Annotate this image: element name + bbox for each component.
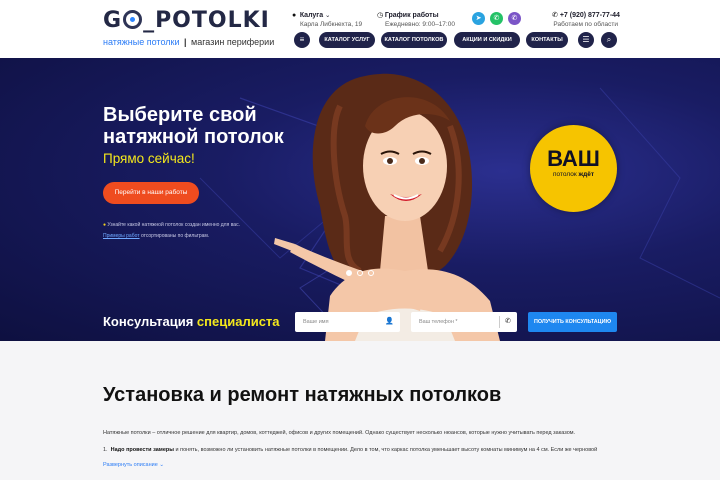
hero-subtitle: Прямо сейчас! (103, 151, 195, 166)
hero-banner: Выберите свой натяжной потолок Прямо сей… (0, 58, 720, 341)
phone-icon: ✆ (552, 12, 558, 19)
bullet-icon: ● (103, 222, 107, 228)
hero-note-2: Примеры работ отсортированы по фильтрам. (103, 233, 210, 239)
menu-icon[interactable]: ☰ (578, 32, 594, 48)
nav-catalog-services[interactable]: КАТАЛОГ УСЛУГ (319, 32, 375, 48)
chevron-down-icon: ⌄ (324, 12, 331, 19)
nav-promotions[interactable]: АКЦИИ И СКИДКИ (454, 32, 520, 48)
site-header: G _POTOLKI натяжные потолки | магазин пер… (0, 0, 720, 58)
hero-note: ● Узнайте какой натяжной потолок создан … (103, 222, 240, 228)
user-icon: 👤 (385, 318, 394, 325)
logo-wordmark: G _POTOLKI (103, 8, 270, 33)
hero-title: Выберите свой натяжной потолок (103, 104, 284, 148)
content-section (0, 341, 720, 480)
phone-block[interactable]: ✆ +7 (920) 877-77-44 Работаем по области (552, 11, 620, 29)
phone-number[interactable]: +7 (920) 877-77-44 (560, 12, 620, 19)
clock-icon: ◷ (377, 12, 384, 19)
slider-dot-active[interactable] (346, 270, 352, 276)
chevron-down-icon: ⌄ (159, 462, 164, 468)
get-consultation-button[interactable]: ПОЛУЧИТЬ КОНСУЛЬТАЦИЮ (528, 312, 617, 332)
divider (499, 316, 500, 328)
menu-icon[interactable]: ≡ (294, 32, 310, 48)
phone-icon: ✆ (505, 318, 511, 325)
intro-paragraph: Натяжные потолки – отличное решение для … (103, 430, 576, 436)
search-icon[interactable]: ⌕ (601, 32, 617, 48)
nav-catalog-ceilings[interactable]: КАТАЛОГ ПОТОЛКОВ (381, 32, 447, 48)
logo[interactable]: G _POTOLKI натяжные потолки | магазин пер… (103, 8, 275, 48)
slider-dot[interactable] (368, 270, 374, 276)
expand-description-link[interactable]: Развернуть описание ⌄ (103, 462, 164, 468)
consultation-title: Консультация специалиста (103, 314, 280, 329)
list-item: 1. Надо провести замеры и понять, возмож… (103, 447, 598, 453)
schedule-block: ◷ График работы Ежедневно: 9:00–17:00 (377, 12, 455, 28)
portfolio-button[interactable]: Перейти в наши работы (103, 182, 199, 204)
section-title: Установка и ремонт натяжных потолков (103, 384, 502, 406)
city-block[interactable]: ● Калуга ⌄ Карла Либкнехта, 19 (292, 11, 362, 29)
city-name[interactable]: Калуга (300, 12, 323, 19)
logo-tagline: натяжные потолки | магазин периферии (103, 37, 275, 47)
phone-input[interactable]: Ваш телефон * ✆ (411, 312, 517, 332)
examples-link[interactable]: Примеры работ (103, 233, 140, 239)
promo-badge: ВАШ потолок ждёт (530, 125, 617, 212)
schedule-hours: Ежедневно: 9:00–17:00 (385, 21, 455, 28)
name-input[interactable]: Ваше имя 👤 (295, 312, 400, 332)
logo-o-mark (123, 10, 143, 29)
hero-model-image (274, 73, 500, 341)
map-pin-icon: ● (292, 12, 297, 19)
nav-contacts[interactable]: КОНТАКТЫ (526, 32, 568, 48)
viber-icon[interactable]: ✆ (508, 12, 521, 25)
slider-dot[interactable] (357, 270, 363, 276)
telegram-icon[interactable]: ➤ (472, 12, 485, 25)
phone-note: Работаем по области (553, 21, 618, 28)
whatsapp-icon[interactable]: ✆ (490, 12, 503, 25)
address: Карла Либкнехта, 19 (300, 21, 363, 28)
